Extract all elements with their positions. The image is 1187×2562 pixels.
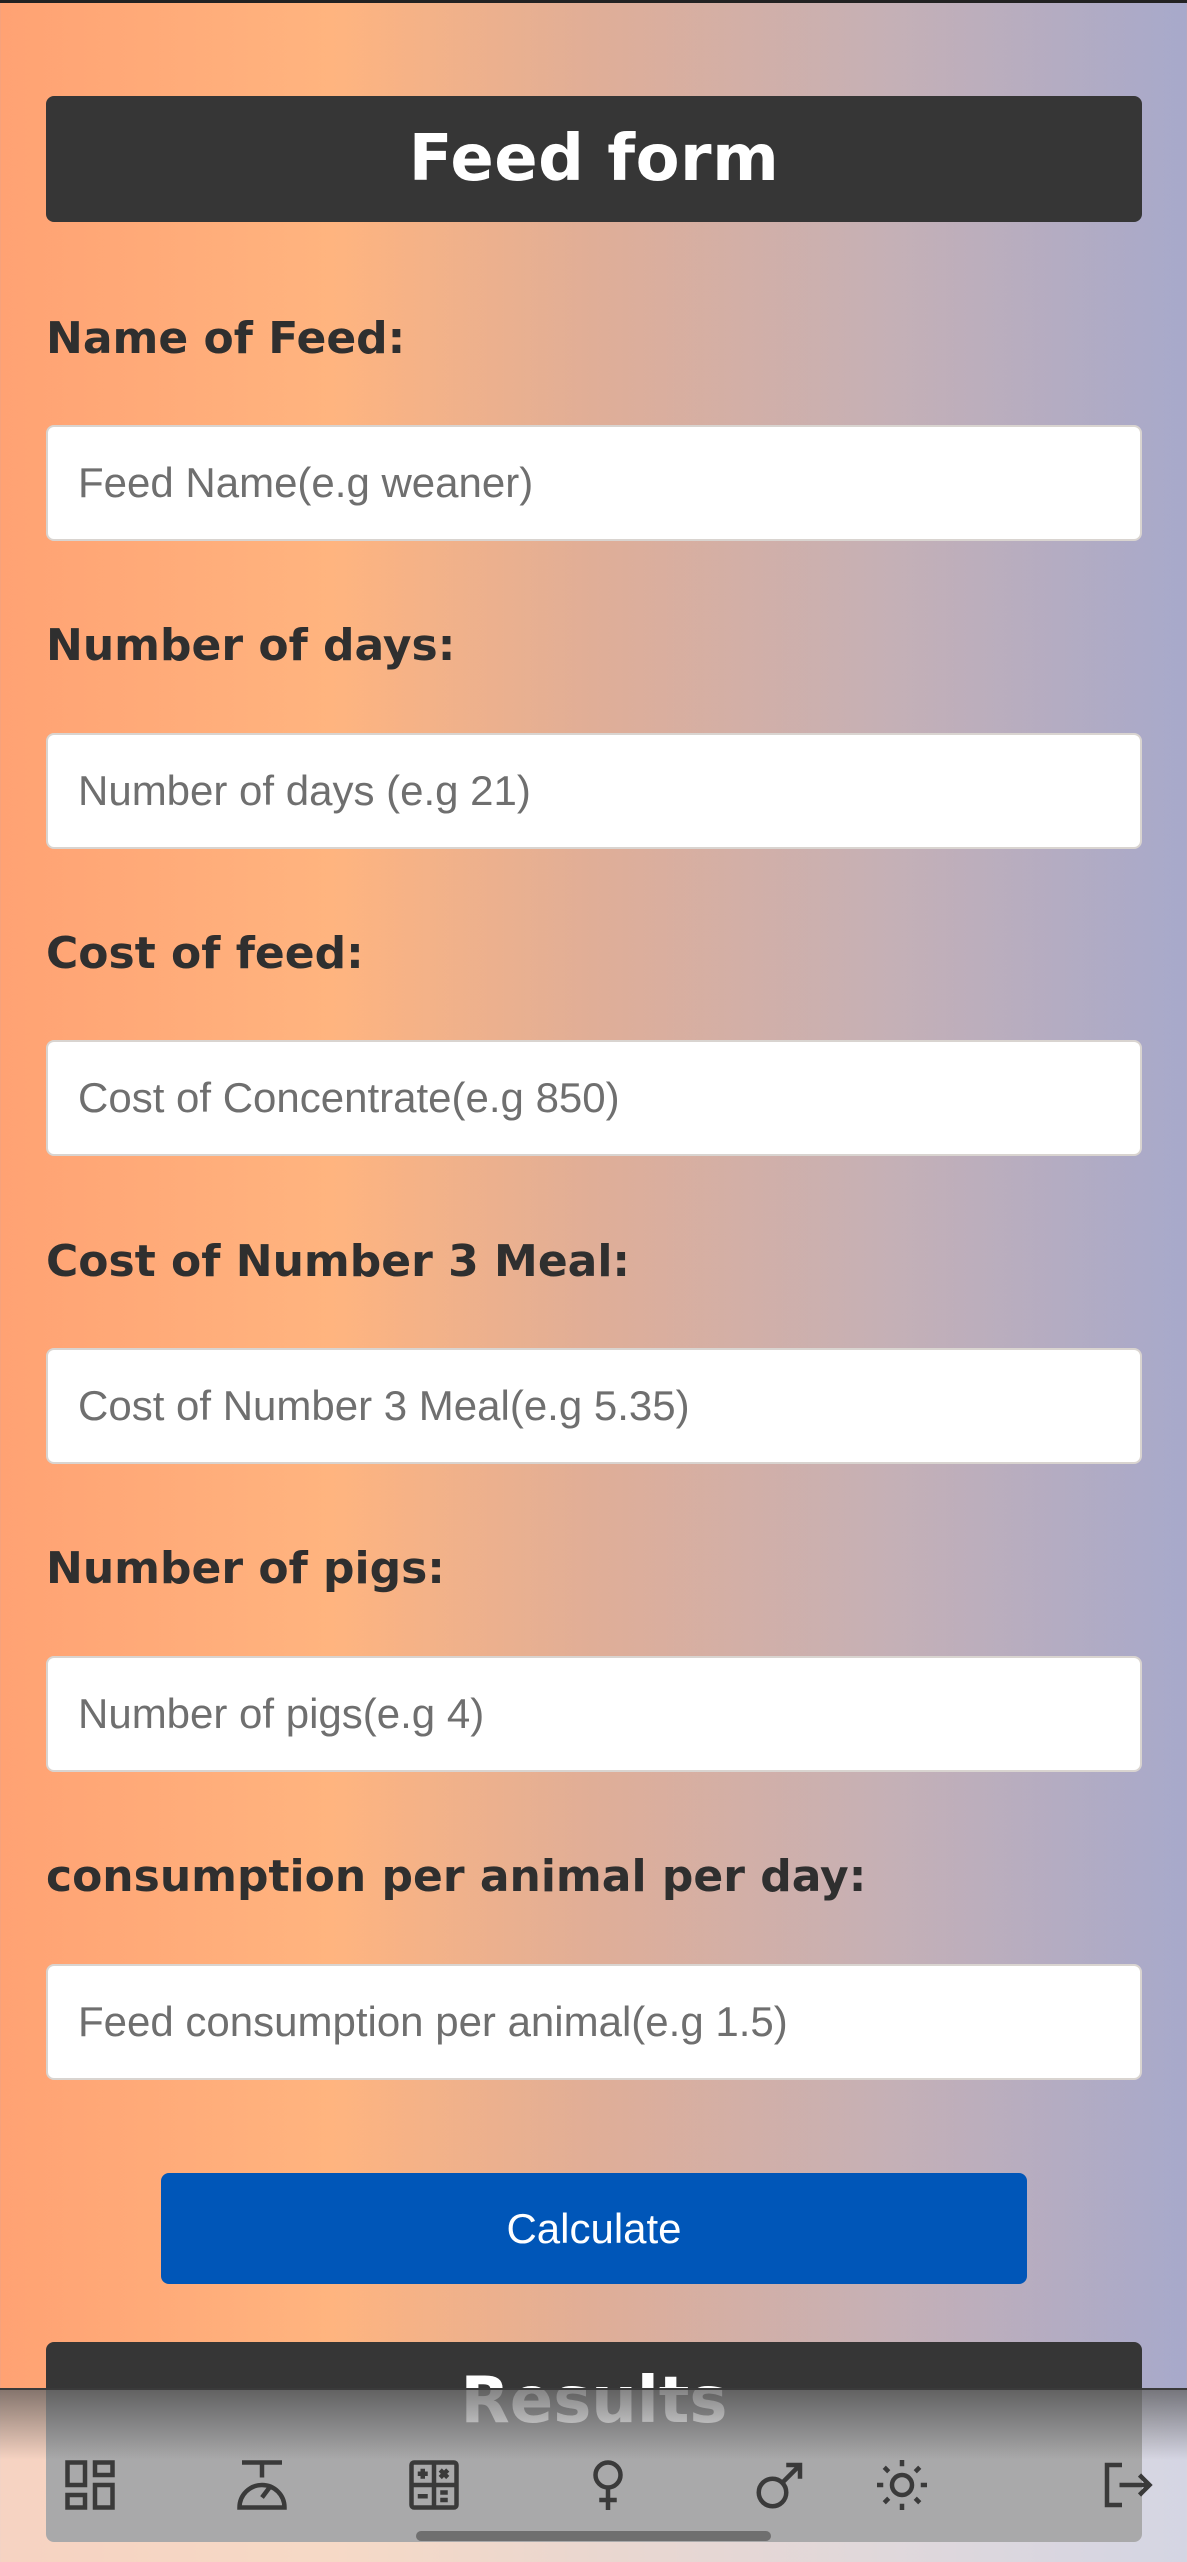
- feed-name-input[interactable]: [46, 425, 1142, 541]
- feed-cost-label: Cost of feed:: [46, 928, 364, 979]
- pigs-label: Number of pigs:: [46, 1543, 445, 1594]
- female-icon: [593, 2460, 623, 2510]
- nav-scale[interactable]: [227, 2450, 297, 2520]
- days-label: Number of days:: [46, 620, 456, 671]
- nav-logout[interactable]: [1092, 2450, 1162, 2520]
- feed-cost-input[interactable]: [46, 1040, 1142, 1156]
- nav-female[interactable]: [573, 2450, 643, 2520]
- pigs-input[interactable]: [46, 1656, 1142, 1772]
- nav-theme[interactable]: [867, 2450, 937, 2520]
- calculate-button[interactable]: Calculate: [161, 2173, 1027, 2284]
- nav-calculator[interactable]: [399, 2450, 469, 2520]
- meal-cost-label: Cost of Number 3 Meal:: [46, 1236, 631, 1287]
- home-indicator[interactable]: [416, 2531, 771, 2541]
- consumption-label: consumption per animal per day:: [46, 1851, 867, 1902]
- days-input[interactable]: [46, 733, 1142, 849]
- feed-form-header: Feed form: [46, 96, 1142, 222]
- sun-icon: [877, 2460, 927, 2510]
- feed-name-label: Name of Feed:: [46, 313, 406, 364]
- status-bar-edge: [0, 0, 1187, 3]
- calculator-icon: [409, 2460, 459, 2510]
- consumption-input[interactable]: [46, 1964, 1142, 2080]
- meal-cost-input[interactable]: [46, 1348, 1142, 1464]
- page-title: Feed form: [408, 122, 780, 196]
- nav-male[interactable]: [745, 2450, 815, 2520]
- scale-icon: [237, 2460, 287, 2510]
- dashboard-icon: [65, 2460, 115, 2510]
- logout-icon: [1104, 2462, 1153, 2508]
- nav-dashboard[interactable]: [55, 2450, 125, 2520]
- male-icon: [756, 2462, 803, 2509]
